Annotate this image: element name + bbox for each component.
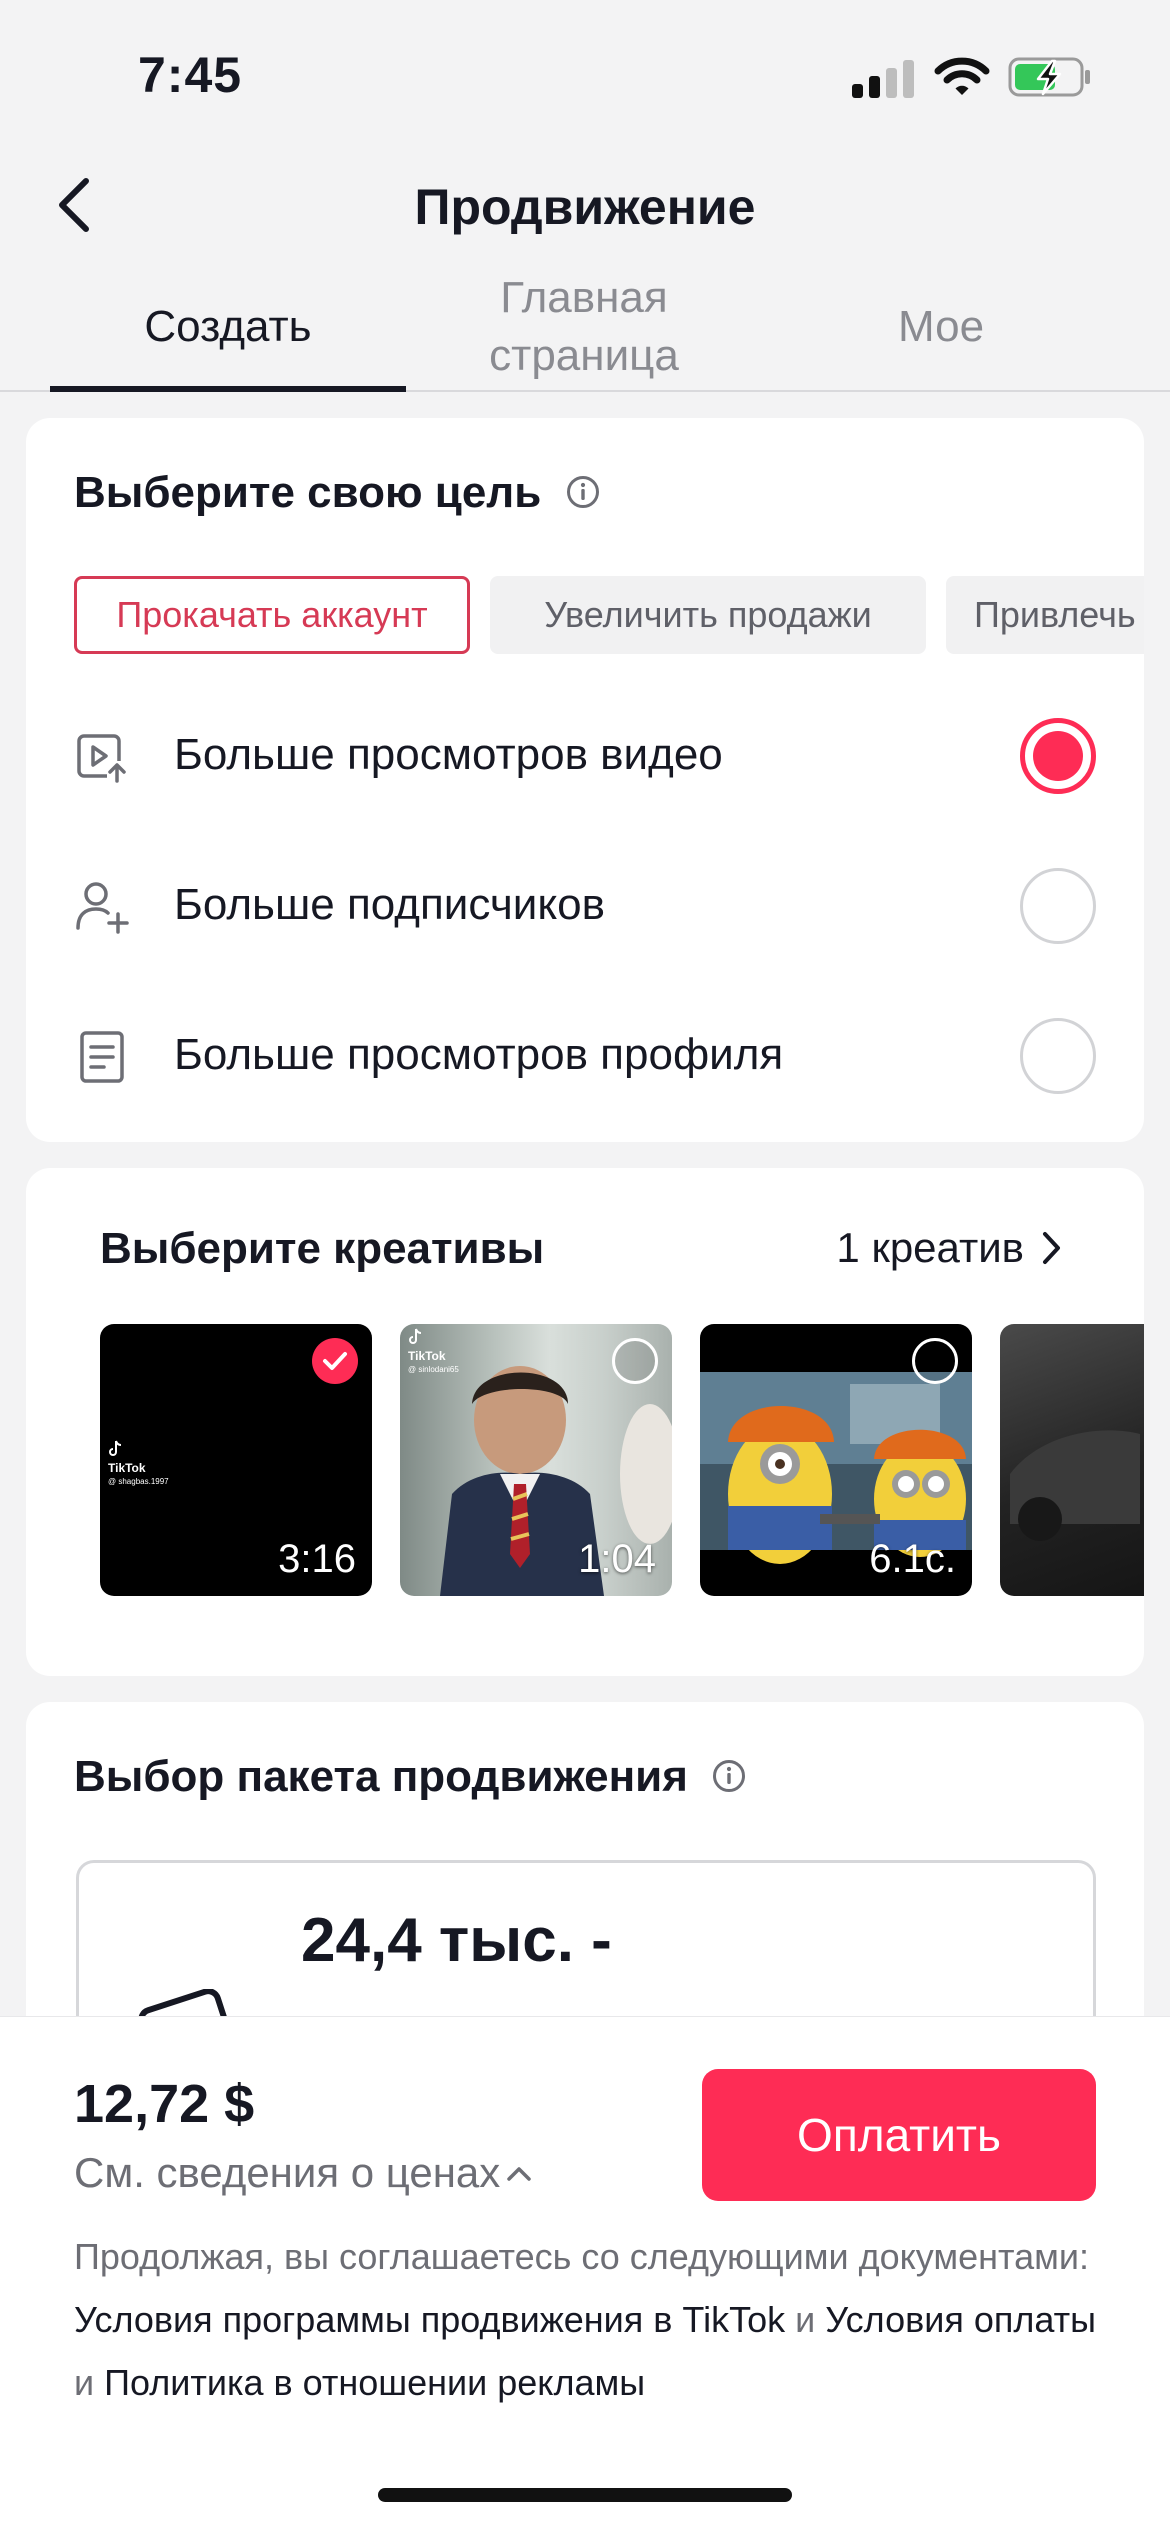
goal-section-title: Выберите свою цель: [74, 468, 600, 518]
active-tab-indicator: [50, 386, 406, 392]
wifi-icon: [934, 57, 990, 95]
info-icon[interactable]: [566, 475, 600, 509]
creatives-card: Выберите креативы 1 креатив TikTok @ sha…: [26, 1168, 1144, 1676]
tab-mine[interactable]: Мое: [800, 262, 1082, 392]
option-followers[interactable]: Больше подписчиков: [26, 836, 1144, 976]
price-details-toggle[interactable]: См. сведения о ценах: [74, 2149, 534, 2197]
price-details-label: См. сведения о ценах: [74, 2149, 501, 2196]
option-video-views-label: Больше просмотров видео: [174, 730, 723, 779]
creative-select-circle[interactable]: [912, 1338, 958, 1384]
checkout-sheet: 12,72 $ См. сведения о ценах Оплатить Пр…: [0, 2016, 1170, 2532]
creative-thumbnail[interactable]: TikTok @ sinlodani65 1:04: [400, 1324, 672, 1596]
tiktok-watermark-text: TikTok: [408, 1349, 446, 1363]
battery-charging-icon: [1008, 57, 1090, 97]
tiktok-watermark: TikTok @ sinlodani65: [408, 1328, 459, 1377]
pay-button[interactable]: Оплатить: [702, 2069, 1096, 2201]
creative-preview-image: [1010, 1430, 1140, 1541]
creative-thumbnail[interactable]: [1000, 1324, 1144, 1596]
radio-video-views[interactable]: [1020, 718, 1096, 794]
ad-policy-link[interactable]: Политика в отношении рекламы: [104, 2362, 645, 2403]
tiktok-watermark: TikTok @ shagbas.1997: [108, 1440, 169, 1489]
video-views-icon: [77, 734, 129, 783]
cellular-signal-icon: [852, 58, 914, 98]
option-profile-views[interactable]: Больше просмотров профиля: [26, 986, 1144, 1126]
tiktok-watermark-handle: @ sinlodani65: [408, 1365, 459, 1374]
option-video-views[interactable]: Больше просмотров видео: [26, 686, 1144, 826]
page-title: Продвижение: [414, 179, 756, 235]
total-price: 12,72 $: [74, 2074, 255, 2134]
chip-increase-sales[interactable]: Увеличить продажи: [490, 576, 926, 654]
status-bar: 7:45: [0, 0, 1170, 150]
home-indicator: [378, 2488, 792, 2502]
chip-attract[interactable]: Привлечь п: [946, 576, 1144, 654]
creatives-count-link[interactable]: 1 креатив: [836, 1224, 1066, 1272]
tab-home-page[interactable]: Главная страница: [436, 262, 732, 392]
creatives-count: 1 креатив: [836, 1224, 1024, 1271]
tiktok-watermark-handle: @ shagbas.1997: [108, 1477, 169, 1486]
radio-followers[interactable]: [1020, 868, 1096, 944]
tiktok-logo-icon: [109, 1440, 122, 1456]
legal-and: и: [74, 2362, 105, 2403]
creatives-title: Выберите креативы: [100, 1224, 545, 1273]
creative-duration: 3:16: [278, 1537, 356, 1581]
creative-duration: 6.1с.: [869, 1537, 956, 1581]
tab-bar: Создать Главная страница Мое: [0, 262, 1170, 392]
creative-select-circle[interactable]: [612, 1338, 658, 1384]
creative-thumbnail[interactable]: 6.1с.: [700, 1324, 972, 1596]
info-icon[interactable]: [712, 1759, 746, 1793]
chip-boost-account[interactable]: Прокачать аккаунт: [74, 576, 470, 654]
payment-terms-link[interactable]: Условия оплаты: [825, 2299, 1096, 2340]
goal-title-text: Выберите свою цель: [74, 468, 542, 517]
legal-and: и: [785, 2299, 826, 2340]
package-section-title: Выбор пакета продвижения: [74, 1752, 746, 1802]
tiktok-logo-icon: [409, 1328, 422, 1344]
goal-card: Выберите свою цель Прокачать аккаунт Уве…: [26, 418, 1144, 1142]
creative-duration: 1:04: [578, 1537, 656, 1581]
legal-text: Продолжая, вы соглашаетесь со следующими…: [74, 2225, 1114, 2414]
package-title-text: Выбор пакета продвижения: [74, 1752, 688, 1801]
chevron-up-icon: [507, 2167, 532, 2181]
option-profile-views-label: Больше просмотров профиля: [174, 1030, 784, 1079]
legal-prefix: Продолжая, вы соглашаетесь со следующими…: [74, 2236, 1090, 2277]
tab-create[interactable]: Создать: [50, 262, 406, 392]
creatives-carousel[interactable]: TikTok @ shagbas.1997 3:16 TikTok @ sinl…: [100, 1324, 1144, 1600]
creative-thumbnail[interactable]: TikTok @ shagbas.1997 3:16: [100, 1324, 372, 1596]
promotion-terms-link[interactable]: Условия программы продвижения в TikTok: [74, 2299, 785, 2340]
chevron-right-icon: [1043, 1232, 1060, 1264]
profile-page-icon: [80, 1031, 124, 1083]
radio-profile-views[interactable]: [1020, 1018, 1096, 1094]
option-followers-label: Больше подписчиков: [174, 880, 605, 929]
package-reach: 24,4 тыс. -: [301, 1906, 612, 1975]
status-time: 7:45: [138, 47, 243, 103]
tiktok-watermark-text: TikTok: [108, 1461, 146, 1475]
add-follower-icon: [76, 882, 129, 934]
checkmark-icon: [323, 1352, 347, 1370]
creative-selected-check[interactable]: [312, 1338, 358, 1384]
